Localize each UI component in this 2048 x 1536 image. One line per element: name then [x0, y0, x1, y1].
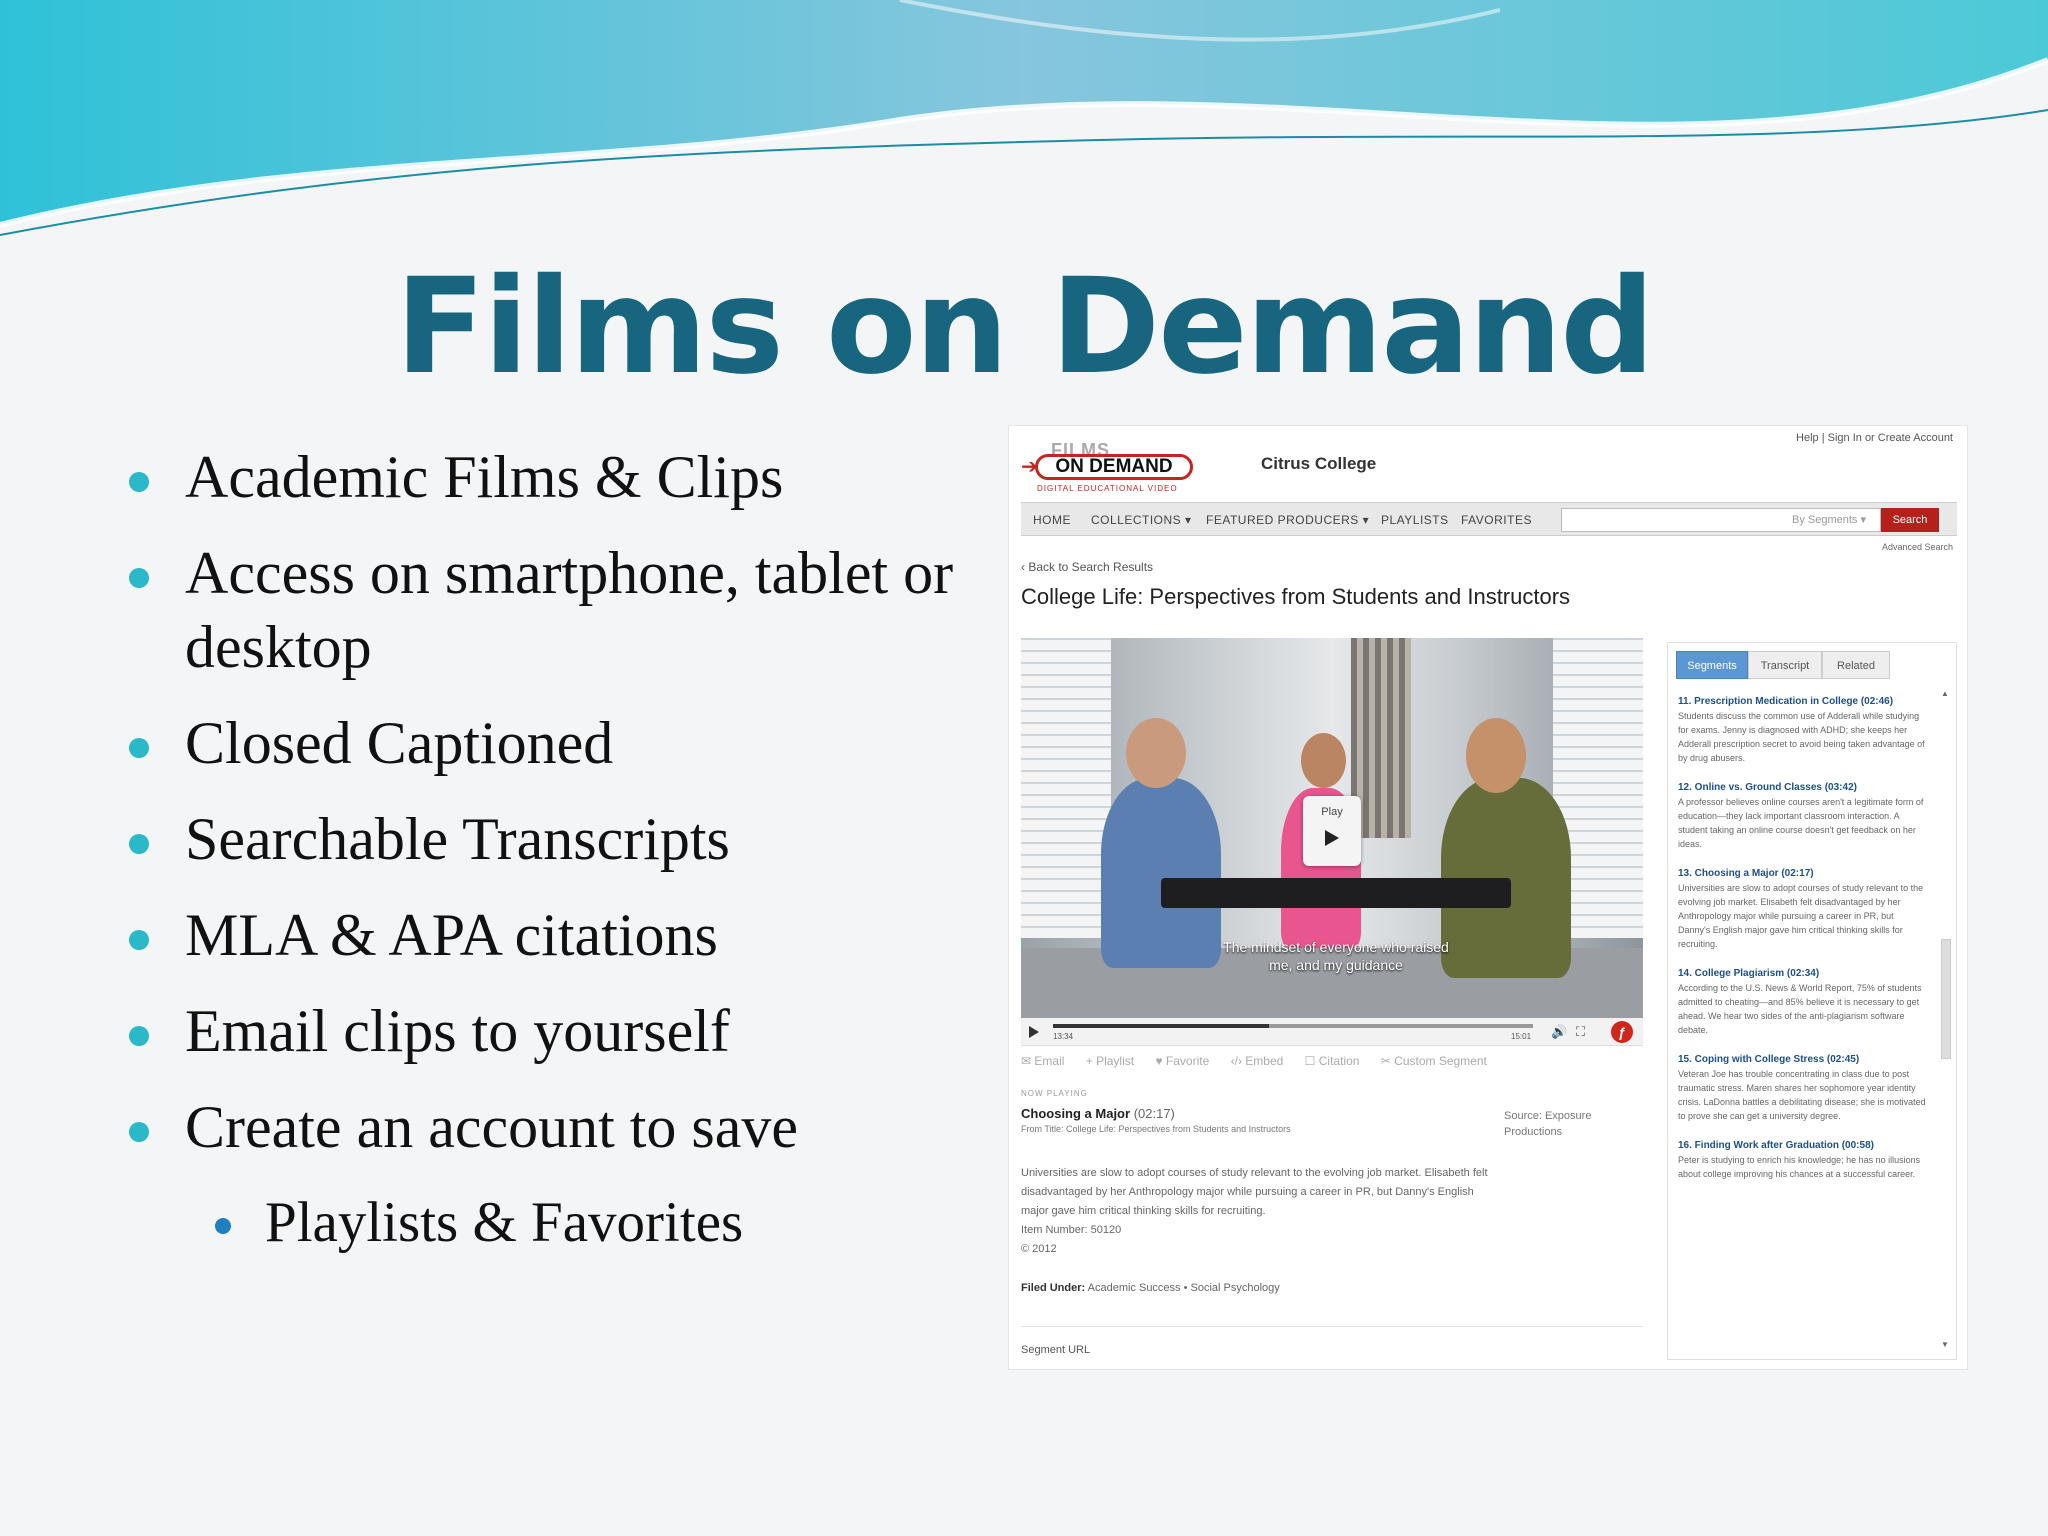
video-title: College Life: Perspectives from Students… [1021, 584, 1571, 609]
citation-button[interactable]: ☐ Citation [1305, 1054, 1360, 1068]
segment-item-desc: Universities are slow to adopt courses o… [1678, 883, 1924, 949]
back-to-results-link[interactable]: ‹ Back to Search Results [1021, 560, 1153, 574]
segment-item-title[interactable]: 16. Finding Work after Graduation (00:58… [1678, 1139, 1928, 1153]
segment-item-title[interactable]: 15. Coping with College Stress (02:45) [1678, 1053, 1928, 1067]
playlist-button[interactable]: + Playlist [1086, 1054, 1134, 1068]
college-name: Citrus College [1261, 454, 1377, 473]
nav-home[interactable]: HOME [1033, 513, 1071, 527]
segment-item-desc: Peter is studying to enrich his knowledg… [1678, 1155, 1921, 1179]
time-total: 15:01 [1511, 1032, 1532, 1041]
email-button[interactable]: ✉ Email [1021, 1054, 1064, 1068]
tab-segments[interactable]: Segments [1676, 651, 1748, 679]
list-item[interactable]: 16. Finding Work after Graduation (00:58… [1678, 1139, 1928, 1181]
segment-item-title[interactable]: 12. Online vs. Ground Classes (03:42) [1678, 781, 1928, 795]
search-input[interactable]: By Segments ▾ [1561, 508, 1881, 532]
video-actions: ✉ Email + Playlist ♥ Favorite ‹/› Embed … [1021, 1054, 1505, 1068]
filed-under-links[interactable]: Academic Success • Social Psychology [1088, 1282, 1280, 1294]
search-button[interactable]: Search [1881, 508, 1939, 532]
list-item[interactable]: 11. Prescription Medication in College (… [1678, 695, 1928, 765]
segment-item-desc: A professor believes online courses aren… [1678, 797, 1924, 849]
person-right-head [1466, 718, 1526, 793]
play-icon[interactable] [1029, 1026, 1039, 1038]
nav-collections[interactable]: COLLECTIONS ▾ [1091, 513, 1192, 527]
video-player[interactable]: Play The mindset of everyone who raised … [1021, 638, 1643, 1018]
films-on-demand-screenshot: FILMS ➔ ON DEMAND DIGITAL EDUCATIONAL VI… [1008, 425, 1968, 1370]
now-playing-label: NOW PLAYING [1021, 1089, 1088, 1098]
person-left [1101, 778, 1221, 968]
panel-tabs: Segments Transcript Related [1676, 651, 1950, 679]
play-icon [1325, 830, 1339, 846]
play-label: Play [1321, 806, 1343, 818]
person-left-head [1126, 718, 1186, 788]
search-scope-select[interactable]: By Segments ▾ [1792, 513, 1866, 526]
segment-list: 11. Prescription Medication in College (… [1678, 695, 1928, 1197]
slide-title: Films on Demand [395, 250, 1655, 404]
player-controls: 13:34 15:01 🔊 ⛶ ƒ [1021, 1018, 1643, 1046]
scrollbar-thumb[interactable] [1941, 939, 1951, 1059]
scroll-down-icon[interactable]: ▼ [1941, 1340, 1949, 1349]
time-elapsed: 13:34 [1053, 1032, 1074, 1041]
sub-bullet-item: Playlists & Favorites [125, 1186, 995, 1260]
embed-button[interactable]: ‹/› Embed [1231, 1054, 1284, 1068]
scrollbar[interactable]: ▲ ▼ [1940, 689, 1952, 1349]
list-item[interactable]: 15. Coping with College Stress (02:45) V… [1678, 1053, 1928, 1123]
main-nav: HOME COLLECTIONS ▾ FEATURED PRODUCERS ▾ … [1021, 502, 1957, 536]
custom-segment-button[interactable]: ✂ Custom Segment [1381, 1054, 1487, 1068]
logo-on-demand-text: ON DEMAND [1035, 454, 1193, 480]
list-item[interactable]: 13. Choosing a Major (02:17) Universitie… [1678, 867, 1928, 951]
segment-item-desc: According to the U.S. News & World Repor… [1678, 983, 1922, 1035]
films-on-demand-logo[interactable]: FILMS ➔ ON DEMAND DIGITAL EDUCATIONAL VI… [1021, 440, 1201, 493]
window-blinds-left [1021, 638, 1111, 938]
favorite-button[interactable]: ♥ Favorite [1155, 1054, 1209, 1068]
tab-related[interactable]: Related [1822, 651, 1890, 679]
item-number: Item Number: 50120 [1021, 1224, 1122, 1236]
source-text: Source: Exposure Productions [1504, 1110, 1592, 1138]
list-item[interactable]: 12. Online vs. Ground Classes (03:42) A … [1678, 781, 1928, 851]
account-links[interactable]: Help | Sign In or Create Account [1796, 432, 1953, 444]
segment-item-title[interactable]: 11. Prescription Medication in College (… [1678, 695, 1928, 709]
bullet-item: Searchable Transcripts [125, 802, 995, 876]
bullet-item: Closed Captioned [125, 706, 995, 780]
filed-under: Filed Under: Academic Success • Social P… [1021, 1282, 1280, 1294]
header-wave-graphic [0, 0, 2048, 236]
divider [1021, 1326, 1643, 1327]
segment-item-desc: Veteran Joe has trouble concentrating in… [1678, 1069, 1926, 1121]
logo-tagline: DIGITAL EDUCATIONAL VIDEO [1037, 484, 1178, 493]
now-playing-title: Choosing a Major (02:17) [1021, 1106, 1175, 1121]
scroll-up-icon[interactable]: ▲ [1941, 689, 1949, 698]
list-item[interactable]: 14. College Plagiarism (02:34) According… [1678, 967, 1928, 1037]
copyright: © 2012 [1021, 1243, 1057, 1255]
flash-icon: ƒ [1611, 1021, 1633, 1043]
segment-duration: (02:17) [1133, 1106, 1175, 1121]
description-text: Universities are slow to adopt courses o… [1021, 1167, 1488, 1217]
segment-item-title[interactable]: 14. College Plagiarism (02:34) [1678, 967, 1928, 981]
segments-panel: Segments Transcript Related 11. Prescrip… [1667, 642, 1957, 1360]
tab-transcript[interactable]: Transcript [1748, 651, 1822, 679]
segment-title: Choosing a Major [1021, 1106, 1131, 1121]
bullet-item: Academic Films & Clips [125, 440, 995, 514]
progress-bar[interactable] [1053, 1024, 1533, 1028]
progress-fill [1053, 1024, 1269, 1028]
bullet-list: Academic Films & Clips Access on smartph… [125, 440, 995, 1282]
segment-url-label: Segment URL [1021, 1344, 1091, 1356]
volume-icon[interactable]: 🔊 [1551, 1024, 1567, 1040]
bullet-item: Email clips to yourself [125, 994, 995, 1068]
from-title: From Title: College Life: Perspectives f… [1021, 1124, 1291, 1134]
segment-description: Universities are slow to adopt courses o… [1021, 1164, 1491, 1259]
nav-playlists[interactable]: PLAYLISTS [1381, 513, 1449, 527]
nav-featured-producers[interactable]: FEATURED PRODUCERS ▾ [1206, 513, 1369, 527]
bullet-item: Create an account to save [125, 1090, 995, 1164]
segment-item-desc: Students discuss the common use of Adder… [1678, 711, 1925, 763]
filed-under-label: Filed Under: [1021, 1282, 1086, 1294]
fullscreen-icon[interactable]: ⛶ [1576, 1024, 1585, 1040]
person-center-head [1301, 733, 1346, 788]
nav-favorites[interactable]: FAVORITES [1461, 513, 1532, 527]
segment-item-title[interactable]: 13. Choosing a Major (02:17) [1678, 867, 1928, 881]
play-button[interactable]: Play [1303, 796, 1361, 866]
closed-caption: The mindset of everyone who raised me, a… [1223, 939, 1449, 973]
table [1161, 878, 1511, 908]
advanced-search-link[interactable]: Advanced Search [1882, 542, 1953, 552]
bullet-item: MLA & APA citations [125, 898, 995, 972]
bullet-item: Access on smartphone, tablet or desktop [125, 536, 995, 684]
